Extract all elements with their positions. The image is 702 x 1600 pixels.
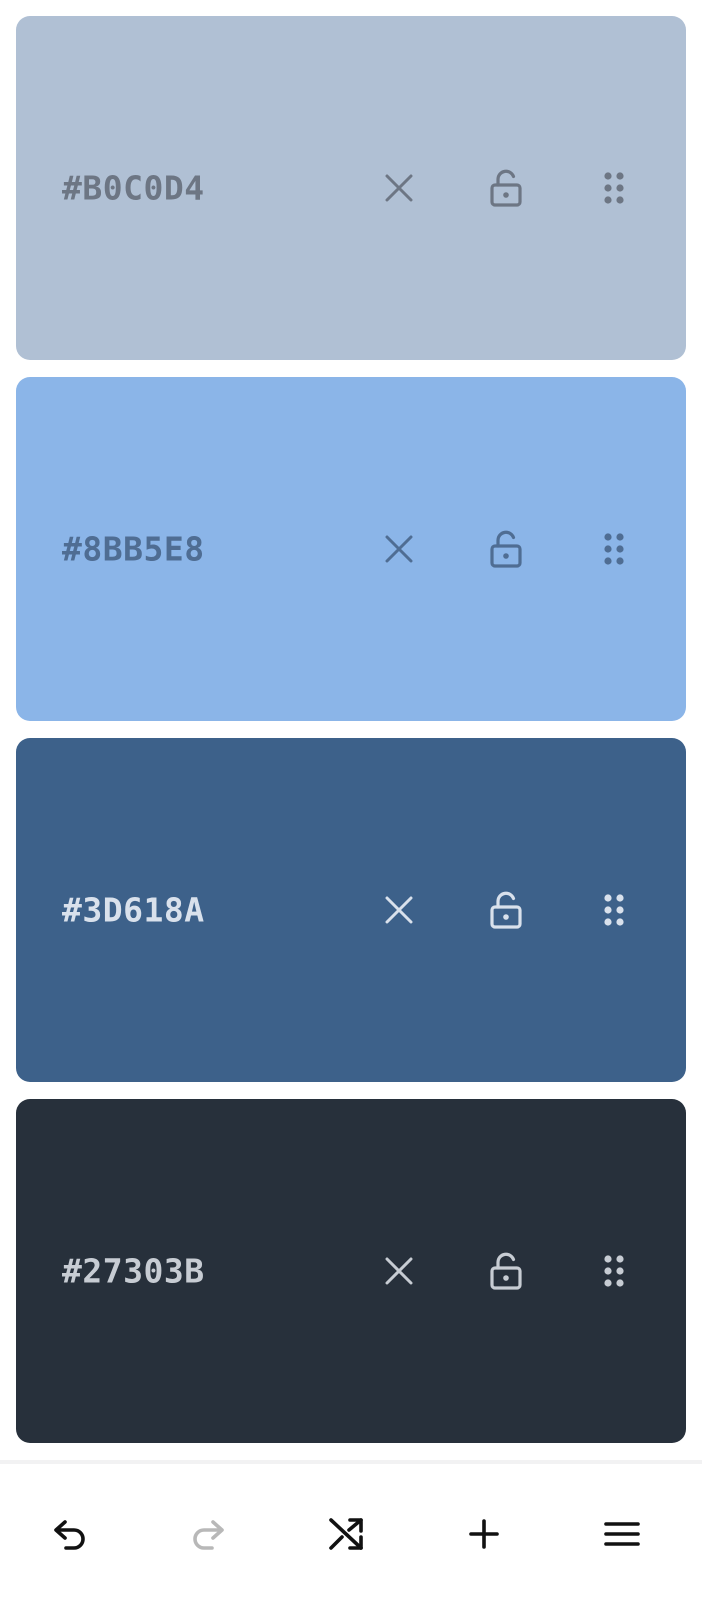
shuffle-icon — [329, 1518, 363, 1550]
hex-code[interactable]: #B0C0D4 — [62, 169, 205, 208]
drag-handle[interactable] — [592, 527, 636, 571]
unlock-icon — [490, 891, 522, 929]
hex-code[interactable]: #3D618A — [62, 891, 205, 930]
add-color-button[interactable] — [456, 1506, 512, 1562]
close-icon — [385, 174, 413, 202]
menu-button[interactable] — [594, 1506, 650, 1562]
color-swatch[interactable]: #3D618A — [16, 738, 686, 1082]
close-icon — [385, 535, 413, 563]
drag-handle[interactable] — [592, 888, 636, 932]
lock-color-button[interactable] — [484, 888, 528, 932]
palette-app: #B0C0D4 #8BB5E8 #3D618A #27303B — [0, 0, 702, 1600]
bottom-toolbar — [0, 1460, 702, 1600]
drag-handle[interactable] — [592, 1249, 636, 1293]
drag-handle-icon — [604, 894, 624, 926]
hex-code[interactable]: #27303B — [62, 1252, 205, 1291]
lock-color-button[interactable] — [484, 1249, 528, 1293]
redo-button[interactable] — [180, 1506, 236, 1562]
close-icon — [385, 1257, 413, 1285]
close-icon — [385, 896, 413, 924]
unlock-icon — [490, 169, 522, 207]
drag-handle-icon — [604, 533, 624, 565]
color-swatch[interactable]: #27303B — [16, 1099, 686, 1443]
drag-handle-icon — [604, 172, 624, 204]
palette: #B0C0D4 #8BB5E8 #3D618A #27303B — [0, 0, 702, 1460]
remove-color-button[interactable] — [377, 888, 421, 932]
lock-color-button[interactable] — [484, 527, 528, 571]
unlock-icon — [490, 530, 522, 568]
drag-handle[interactable] — [592, 166, 636, 210]
hex-code[interactable]: #8BB5E8 — [62, 530, 205, 569]
remove-color-button[interactable] — [377, 166, 421, 210]
lock-color-button[interactable] — [484, 166, 528, 210]
redo-icon — [193, 1520, 224, 1550]
plus-icon — [469, 1519, 499, 1549]
remove-color-button[interactable] — [377, 527, 421, 571]
unlock-icon — [490, 1252, 522, 1290]
drag-handle-icon — [604, 1255, 624, 1287]
shuffle-button[interactable] — [318, 1506, 374, 1562]
color-swatch[interactable]: #8BB5E8 — [16, 377, 686, 721]
undo-icon — [54, 1520, 85, 1550]
menu-icon — [604, 1522, 640, 1546]
color-swatch[interactable]: #B0C0D4 — [16, 16, 686, 360]
undo-button[interactable] — [42, 1506, 98, 1562]
remove-color-button[interactable] — [377, 1249, 421, 1293]
